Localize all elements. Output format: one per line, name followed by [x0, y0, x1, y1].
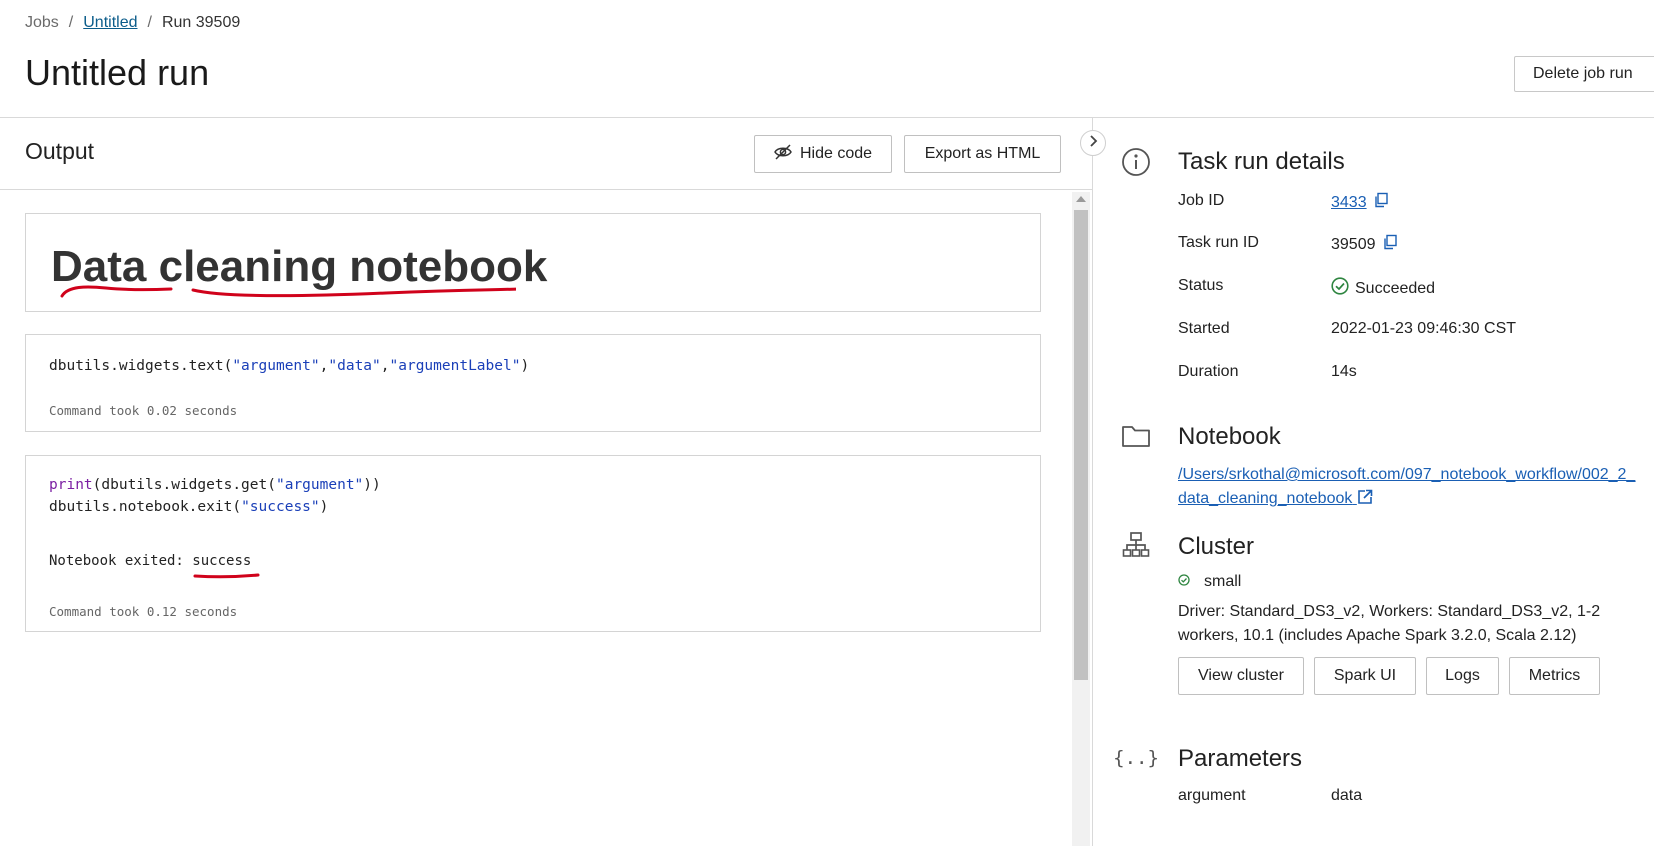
cluster-description: Driver: Standard_DS3_v2, Workers: Standa… [1178, 603, 1601, 644]
breadcrumb-separator: / [68, 14, 74, 31]
code-text: )) [363, 477, 381, 493]
code-cell[interactable]: print(dbutils.widgets.get("argument")) d… [25, 455, 1041, 632]
started-value: 2022-01-23 09:46:30 CST [1331, 320, 1517, 337]
hide-code-label: Hide code [799, 145, 873, 162]
output-prefix: Notebook exited: [49, 553, 193, 569]
command-duration: Command took 0.02 seconds [49, 403, 238, 418]
code-text: dbutils.notebook.exit( [49, 499, 242, 515]
markdown-cell[interactable]: Data cleaning notebook [25, 213, 1041, 312]
cluster-status-icon [1178, 573, 1190, 591]
code-text: (dbutils.widgets.get( [92, 477, 276, 493]
cluster-name: small [1178, 573, 1241, 591]
notebook-path-text[interactable]: /Users/srkothal@microsoft.com/097_notebo… [1178, 466, 1635, 507]
status-value: Succeeded [1331, 277, 1435, 300]
external-link-icon[interactable] [1357, 489, 1373, 513]
output-title: Output [25, 138, 95, 164]
code-string: "success" [241, 499, 320, 515]
header-divider [0, 117, 1654, 118]
page-title: Untitled run [25, 52, 210, 93]
cluster-name-text[interactable]: small [1204, 573, 1241, 591]
notebook-heading: Data cleaning notebook [51, 242, 548, 291]
delete-job-run-button[interactable]: Delete job run [1514, 56, 1654, 92]
code-text: , [380, 358, 390, 374]
code-string: "argumentLabel" [389, 358, 521, 374]
logs-button[interactable]: Logs [1426, 657, 1499, 695]
job-id-label: Job ID [1178, 192, 1225, 209]
job-id-link[interactable]: 3433 [1331, 194, 1367, 212]
cluster-icon [1120, 529, 1152, 561]
code-keyword: print [49, 477, 93, 493]
code-string: "argument" [232, 358, 320, 374]
code-line: dbutils.notebook.exit("success") [49, 496, 328, 518]
copy-icon[interactable] [1373, 192, 1389, 213]
scrollbar-thumb[interactable] [1074, 210, 1088, 680]
task-run-id-value: 39509 [1331, 234, 1398, 255]
red-underline-annotation [193, 573, 260, 579]
code-text: ) [520, 358, 530, 374]
notebook-path-link[interactable]: /Users/srkothal@microsoft.com/097_notebo… [1178, 463, 1638, 513]
braces-icon: {..} [1113, 747, 1159, 769]
folder-icon [1120, 420, 1152, 452]
code-cell[interactable]: dbutils.widgets.text("argument","data","… [25, 334, 1041, 432]
notebook-title: Notebook [1178, 423, 1281, 450]
breadcrumb-separator: / [147, 14, 152, 31]
started-label: Started [1178, 320, 1230, 337]
cluster-title: Cluster [1178, 533, 1255, 560]
status-label: Status [1178, 277, 1224, 294]
breadcrumb: Jobs / Untitled / Run 39509 [25, 14, 240, 32]
check-circle-icon [1331, 277, 1349, 300]
parameter-name: argument [1178, 787, 1246, 804]
chevron-right-icon [1088, 134, 1098, 152]
info-icon [1120, 146, 1152, 178]
code-string: "argument" [275, 477, 364, 493]
scroll-up-arrow-icon[interactable] [1076, 196, 1086, 202]
command-duration: Command took 0.12 seconds [49, 604, 238, 619]
code-line: dbutils.widgets.text("argument","data","… [49, 355, 529, 377]
breadcrumb-current-run: Run 39509 [161, 14, 241, 31]
panel-divider [1092, 117, 1093, 846]
output-value: success [192, 553, 252, 569]
export-html-button[interactable]: Export as HTML [904, 135, 1061, 173]
duration-value: 14s [1331, 363, 1357, 380]
code-string: "data" [328, 358, 381, 374]
breadcrumb-job-link[interactable]: Untitled [83, 14, 137, 32]
code-line: print(dbutils.widgets.get("argument")) [49, 474, 381, 496]
status-text: Succeeded [1355, 279, 1436, 297]
breadcrumb-jobs[interactable]: Jobs [25, 14, 59, 32]
output-scrollbar[interactable] [1072, 192, 1090, 846]
task-run-id-label: Task run ID [1178, 234, 1259, 251]
duration-label: Duration [1178, 363, 1239, 380]
spark-ui-button[interactable]: Spark UI [1314, 657, 1416, 695]
eye-off-icon [774, 143, 792, 165]
view-cluster-button[interactable]: View cluster [1178, 657, 1304, 695]
collapse-panel-button[interactable] [1080, 130, 1106, 156]
parameter-value: data [1331, 787, 1363, 804]
task-run-id-text: 39509 [1331, 235, 1376, 253]
parameters-title: Parameters [1178, 745, 1303, 772]
task-run-details-title: Task run details [1178, 148, 1345, 175]
code-text: ) [319, 499, 329, 515]
hide-code-button[interactable]: Hide code [754, 135, 892, 173]
output-divider [0, 189, 1092, 190]
code-text: dbutils.widgets.text( [49, 358, 233, 374]
job-id-value: 3433 [1331, 192, 1389, 213]
metrics-button[interactable]: Metrics [1509, 657, 1600, 695]
cell-output: Notebook exited: success [49, 553, 251, 569]
copy-icon[interactable] [1382, 234, 1398, 255]
